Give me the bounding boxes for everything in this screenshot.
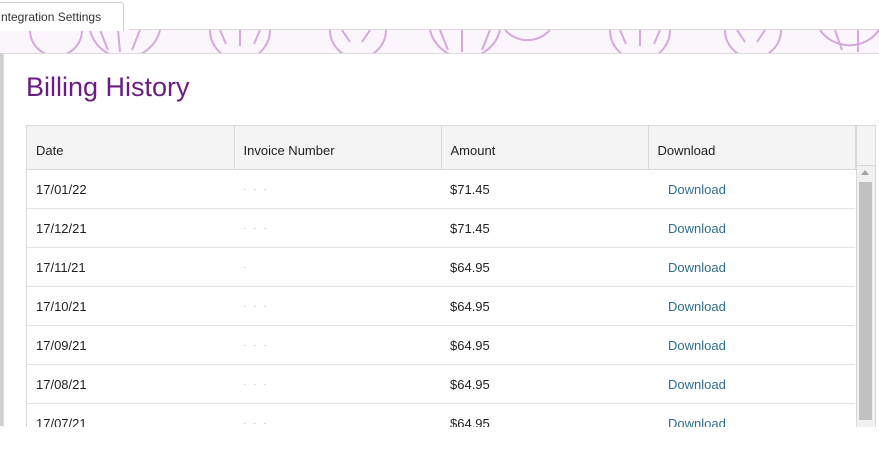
date-cell: 17/08/21 (27, 364, 234, 404)
invoice-number-cell: · · · (234, 208, 441, 248)
download-link[interactable]: Download (668, 338, 726, 353)
scroll-up-icon[interactable] (861, 170, 869, 175)
scrollbar-thumb[interactable] (859, 182, 872, 420)
amount-cell: $71.45 (441, 169, 648, 209)
billing-history-modal: Billing History Date Invoice Number Amou… (3, 53, 879, 427)
download-cell: Download (648, 325, 855, 365)
tab-divider (129, 29, 879, 30)
download-link[interactable]: Download (668, 377, 726, 392)
date-cell: 17/09/21 (27, 325, 234, 365)
download-link[interactable]: Download (668, 221, 726, 236)
table-row: 17/07/21 · · · $64.95 Download (27, 403, 855, 428)
amount-cell: $64.95 (441, 364, 648, 404)
column-header-date: Date (27, 126, 235, 170)
download-cell: Download (648, 286, 855, 326)
table-row: 17/01/22 · · · $71.45 Download (27, 169, 855, 209)
invoice-number-cell: · (234, 247, 441, 287)
download-cell: Download (648, 403, 855, 428)
invoice-number-cell: · · · (234, 286, 441, 326)
table-scrollbar[interactable] (856, 166, 875, 427)
download-cell: Download (648, 169, 855, 209)
date-cell: 17/12/21 (27, 208, 234, 248)
table-row: 17/10/21 · · · $64.95 Download (27, 286, 855, 326)
table-row: 17/09/21 · · · $64.95 Download (27, 325, 855, 365)
table-row: 17/12/21 · · · $71.45 Download (27, 208, 855, 248)
billing-table-container: Date Invoice Number Amount Download 17/0… (26, 125, 876, 427)
date-cell: 17/07/21 (27, 403, 234, 427)
amount-cell: $64.95 (441, 403, 648, 427)
download-cell: Download (648, 208, 855, 248)
invoice-number-cell: · · · (234, 403, 441, 427)
download-cell: Download (648, 247, 855, 287)
download-cell: Download (648, 364, 855, 404)
date-cell: 17/11/21 (27, 247, 234, 287)
date-cell: 17/01/22 (27, 169, 234, 209)
amount-cell: $71.45 (441, 208, 648, 248)
table-row: 17/11/21 · $64.95 Download (27, 247, 855, 287)
billing-table: Date Invoice Number Amount Download 17/0… (27, 126, 856, 427)
tab-integration-settings[interactable]: ntegration Settings (0, 2, 125, 31)
table-row: 17/08/21 · · · $64.95 Download (27, 364, 855, 404)
date-cell: 17/10/21 (27, 286, 234, 326)
download-link[interactable]: Download (668, 416, 726, 428)
modal-title: Billing History (26, 72, 190, 102)
table-header-row: Date Invoice Number Amount Download (27, 126, 856, 170)
tab-integration-settings-label: ntegration Settings (1, 10, 102, 24)
download-link[interactable]: Download (668, 182, 726, 197)
amount-cell: $64.95 (441, 247, 648, 287)
invoice-number-cell: · · · (234, 169, 441, 209)
scrollbar-header-corner (856, 126, 875, 166)
invoice-number-cell: · · · (234, 325, 441, 365)
download-link[interactable]: Download (668, 260, 726, 275)
header-pattern (0, 30, 879, 54)
gear-pattern (29, 30, 879, 54)
download-link[interactable]: Download (668, 299, 726, 314)
amount-cell: $64.95 (441, 286, 648, 326)
amount-cell: $64.95 (441, 325, 648, 365)
column-header-amount: Amount (441, 126, 649, 170)
invoice-number-cell: · · · (234, 364, 441, 404)
column-header-download: Download (648, 126, 856, 170)
column-header-invoice-number: Invoice Number (234, 126, 442, 170)
